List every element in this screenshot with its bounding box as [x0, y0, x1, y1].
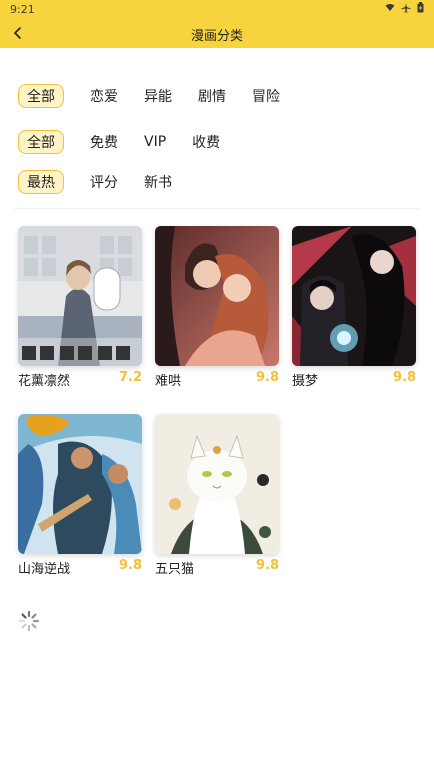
comic-cover	[18, 226, 142, 366]
comic-score: 9.8	[255, 558, 279, 573]
price-filter-row: 全部 免费 VIP 收费	[18, 130, 246, 154]
comic-cover	[155, 414, 279, 554]
comic-title: 山海逆战	[18, 562, 71, 577]
comic-card[interactable]: 摄梦 9.8	[292, 226, 416, 389]
genre-chip-adventure[interactable]: 冒险	[252, 86, 280, 106]
price-chip-free[interactable]: 免费	[90, 132, 118, 152]
comic-card[interactable]: 花薰凛然 7.2	[18, 226, 142, 389]
battery-icon	[417, 2, 424, 16]
status-time: 9:21	[10, 2, 35, 16]
comic-title: 摄梦	[292, 374, 319, 389]
comic-score: 9.8	[392, 370, 416, 385]
comic-cover	[155, 226, 279, 366]
comic-card[interactable]: 难哄 9.8	[155, 226, 279, 389]
wifi-icon	[385, 3, 395, 16]
genre-chip-drama[interactable]: 剧情	[198, 86, 226, 106]
comic-card[interactable]: 五只猫 9.8	[155, 414, 279, 577]
comic-score: 9.8	[118, 558, 142, 573]
comic-card[interactable]: 山海逆战 9.8	[18, 414, 142, 577]
comic-cover	[18, 414, 142, 554]
sort-chip-new[interactable]: 新书	[144, 172, 172, 192]
price-chip-all[interactable]: 全部	[18, 130, 64, 154]
price-chip-paid[interactable]: 收费	[192, 132, 220, 152]
price-chip-vip[interactable]: VIP	[144, 134, 166, 150]
genre-filter-row: 全部 恋爱 异能 剧情 冒险	[18, 84, 306, 108]
sort-chip-rating[interactable]: 评分	[90, 172, 118, 192]
comic-score: 7.2	[118, 370, 142, 385]
sort-chip-hot[interactable]: 最热	[18, 170, 64, 194]
comic-score: 9.8	[255, 370, 279, 385]
genre-chip-all[interactable]: 全部	[18, 84, 64, 108]
status-bar: 9:21	[0, 0, 434, 18]
page-title: 漫画分类	[190, 29, 243, 44]
app-bar: 漫画分类	[0, 18, 434, 48]
sort-filter-row: 最热 评分 新书	[18, 170, 198, 194]
status-icons	[385, 2, 424, 16]
comic-title: 五只猫	[155, 562, 195, 577]
loading-spinner-icon	[18, 610, 40, 632]
genre-chip-supernatural[interactable]: 异能	[144, 86, 172, 106]
divider	[14, 208, 420, 209]
genre-chip-romance[interactable]: 恋爱	[90, 86, 118, 106]
comic-title: 难哄	[155, 374, 182, 389]
airplane-icon	[401, 3, 411, 16]
comic-title: 花薰凛然	[18, 374, 71, 389]
comic-cover	[292, 226, 416, 366]
